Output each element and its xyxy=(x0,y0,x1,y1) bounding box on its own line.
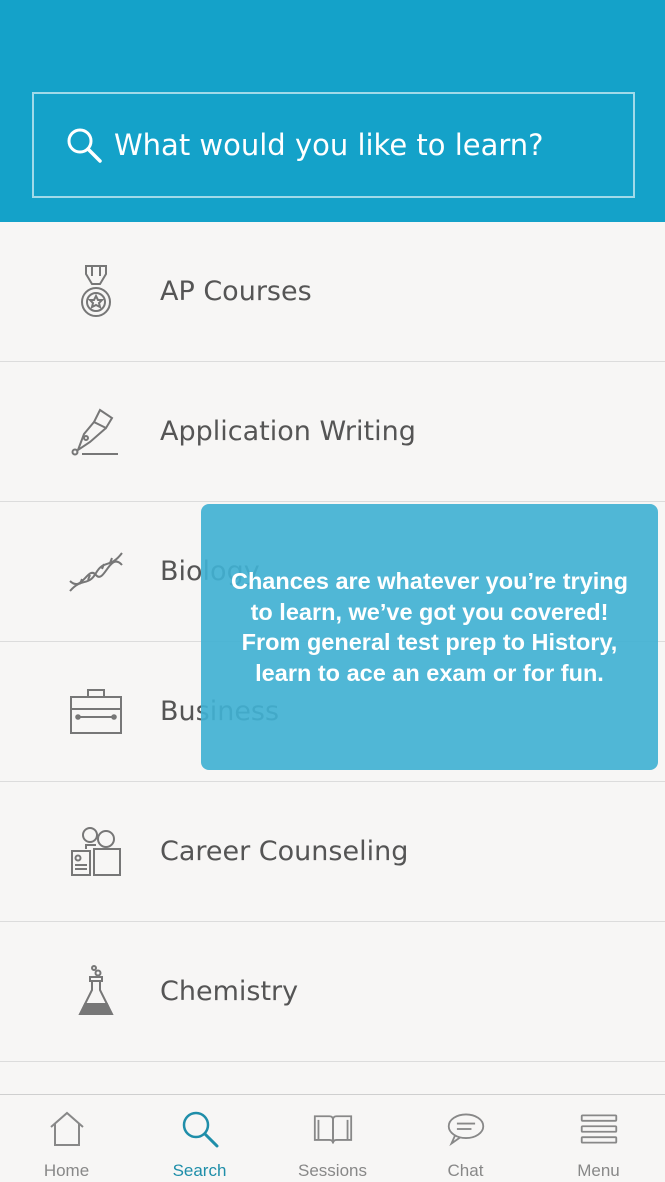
people-resume-icon xyxy=(64,820,128,884)
list-item-label: Chemistry xyxy=(160,976,299,1007)
search-input[interactable] xyxy=(114,128,614,162)
tab-label: Search xyxy=(172,1161,227,1180)
dna-icon xyxy=(64,540,128,604)
list-item[interactable]: Career Counseling xyxy=(0,782,665,922)
home-icon xyxy=(49,1111,84,1146)
list-item-label: Career Counseling xyxy=(160,836,409,867)
hamburger-menu-icon xyxy=(580,1114,617,1144)
tab-label: Home xyxy=(43,1161,90,1180)
tab-sessions[interactable]: Sessions xyxy=(266,1095,399,1182)
briefcase-icon xyxy=(64,680,128,744)
tab-label: Chat xyxy=(447,1161,484,1180)
search-icon xyxy=(182,1111,218,1148)
search-header xyxy=(0,0,665,222)
onboarding-tooltip[interactable]: Chances are whatever you’re trying to le… xyxy=(201,504,658,770)
tooltip-text: Chances are whatever you’re trying to le… xyxy=(230,568,629,686)
tab-menu[interactable]: Menu xyxy=(532,1095,665,1182)
search-box[interactable] xyxy=(32,92,635,198)
list-item[interactable]: AP Courses xyxy=(0,222,665,362)
tab-home[interactable]: Home xyxy=(0,1095,133,1182)
pen-nib-icon xyxy=(64,400,128,464)
list-item-label: Application Writing xyxy=(160,416,416,447)
list-item-label: AP Courses xyxy=(160,276,312,307)
tab-label: Menu xyxy=(577,1161,620,1180)
search-icon xyxy=(67,128,102,163)
book-icon xyxy=(313,1115,352,1144)
bottom-tab-bar: Home Search Sessions Chat Menu xyxy=(0,1094,665,1182)
tab-chat[interactable]: Chat xyxy=(399,1095,532,1182)
medal-icon xyxy=(64,260,128,324)
chat-bubble-icon xyxy=(447,1113,484,1147)
tab-search[interactable]: Search xyxy=(133,1095,266,1182)
flask-icon xyxy=(64,960,128,1024)
list-item[interactable]: Application Writing xyxy=(0,362,665,502)
list-item[interactable]: Chemistry xyxy=(0,922,665,1062)
tab-label: Sessions xyxy=(298,1161,367,1180)
